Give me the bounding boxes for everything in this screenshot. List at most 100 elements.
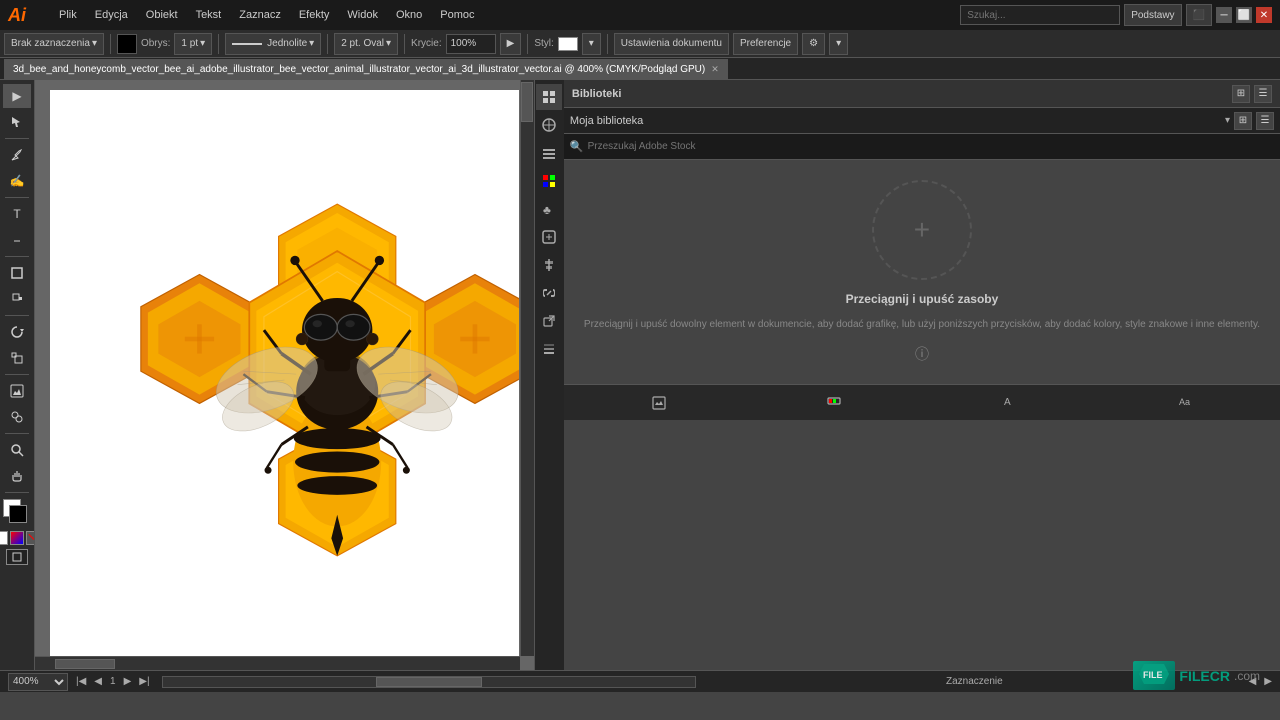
tool-sep-5 bbox=[5, 374, 29, 375]
scrollbar-thumb-v[interactable] bbox=[521, 82, 533, 122]
lib-grid-view-btn[interactable]: ⊞ bbox=[1232, 85, 1250, 103]
lib-list-view-btn[interactable]: ☰ bbox=[1254, 85, 1272, 103]
shape-builder-tool[interactable] bbox=[3, 405, 31, 429]
profile-btn[interactable]: Podstawy bbox=[1124, 4, 1181, 26]
drop-target-circle[interactable]: + bbox=[872, 180, 972, 280]
menu-okno[interactable]: Okno bbox=[388, 7, 430, 23]
layer-panel-btn[interactable] bbox=[536, 336, 562, 362]
drop-description: Przeciągnij i upuść dowolny element w do… bbox=[584, 318, 1260, 332]
extra-btn-2[interactable]: ▾ bbox=[829, 33, 848, 55]
mode-btns bbox=[0, 531, 35, 545]
add-color-btn[interactable] bbox=[827, 394, 841, 411]
preferences-btn[interactable]: Preferencje bbox=[733, 33, 798, 55]
menu-tekst[interactable]: Tekst bbox=[188, 7, 230, 23]
libraries-panel-btn[interactable] bbox=[536, 84, 562, 110]
menu-zaznacz[interactable]: Zaznacz bbox=[231, 7, 289, 23]
hand-tool[interactable] bbox=[3, 464, 31, 488]
menu-plik[interactable]: Plik bbox=[51, 7, 85, 23]
add-char-style-btn[interactable]: A bbox=[1002, 394, 1016, 411]
svg-text:A: A bbox=[1004, 397, 1011, 408]
library-dropdown-icon[interactable]: ▾ bbox=[1225, 115, 1230, 126]
paintbucket-tool[interactable] bbox=[3, 287, 31, 311]
page-first-btn[interactable]: |◀ bbox=[76, 676, 86, 687]
toolbar-separator-1 bbox=[110, 34, 111, 54]
gradient-mode-btn[interactable] bbox=[10, 531, 24, 545]
obrys-value-btn[interactable]: 1 pt ▾ bbox=[174, 33, 212, 55]
krycie-input[interactable] bbox=[446, 34, 496, 54]
line-tool[interactable]: ⎯ bbox=[3, 228, 31, 252]
canvas-scrollbar-bottom[interactable] bbox=[35, 656, 520, 670]
page-prev-btn[interactable]: ◀ bbox=[94, 676, 102, 687]
menu-efekty[interactable]: Efekty bbox=[291, 7, 338, 23]
maximize-button[interactable]: ⬜ bbox=[1236, 7, 1252, 23]
type-tool[interactable]: T bbox=[3, 202, 31, 226]
canvas-area[interactable] bbox=[35, 80, 534, 670]
status-arrow-right[interactable]: ▶ bbox=[1264, 676, 1272, 687]
obrys-color-swatch[interactable] bbox=[117, 34, 137, 54]
minimize-button[interactable]: ─ bbox=[1216, 7, 1232, 23]
none-mode-btn[interactable] bbox=[26, 531, 35, 545]
canvas-scrollbar-right[interactable] bbox=[520, 80, 534, 656]
menu-obiekt[interactable]: Obiekt bbox=[138, 7, 186, 23]
toolbar-separator-4 bbox=[404, 34, 405, 54]
library-search-input[interactable] bbox=[588, 141, 1274, 152]
page-next-btn[interactable]: ▶ bbox=[124, 676, 132, 687]
selection-tool[interactable]: ▶ bbox=[3, 84, 31, 108]
arrange-btn[interactable]: ⬛ bbox=[1186, 4, 1212, 26]
scrollbar-thumb-h[interactable] bbox=[376, 677, 483, 687]
style-dropdown[interactable]: ▾ bbox=[582, 33, 601, 55]
menu-pomoc[interactable]: Pomoc bbox=[432, 7, 482, 23]
external-link-btn[interactable] bbox=[536, 308, 562, 334]
library-selector: Moja biblioteka ▾ ⊞ ☰ bbox=[564, 108, 1280, 134]
extra-btn-1[interactable]: ⚙ bbox=[802, 33, 825, 55]
menu-widok[interactable]: Widok bbox=[339, 7, 386, 23]
tab-close-btn[interactable]: ✕ bbox=[711, 64, 719, 75]
lib-view-grid[interactable]: ⊞ bbox=[1234, 112, 1252, 130]
doc-settings-btn[interactable]: Ustawienia dokumentu bbox=[614, 33, 729, 55]
rotate-tool[interactable] bbox=[3, 320, 31, 344]
top-search-input[interactable] bbox=[960, 5, 1120, 25]
align-panel-btn[interactable] bbox=[536, 252, 562, 278]
artboard bbox=[50, 90, 519, 670]
krycie-arrow[interactable]: ▶ bbox=[500, 33, 522, 55]
app-logo: Ai bbox=[8, 5, 43, 26]
panel-icons: ♣ bbox=[534, 80, 564, 670]
right-container: ♣ Biblioteki ⊞ ☰ bbox=[534, 80, 1280, 670]
selection-label: Brak zaznaczenia bbox=[11, 38, 90, 49]
horizontal-scrollbar[interactable] bbox=[162, 676, 697, 688]
tool-sep-3 bbox=[5, 256, 29, 257]
zoom-selector[interactable]: 400% 200% 100% 50% bbox=[8, 673, 68, 691]
stroke-swatch[interactable] bbox=[9, 505, 27, 523]
pen-tool[interactable] bbox=[3, 143, 31, 167]
close-button[interactable]: ✕ bbox=[1256, 7, 1272, 23]
bee-illustration bbox=[50, 90, 519, 670]
pencil-tool[interactable]: ✍ bbox=[3, 169, 31, 193]
zoom-tool[interactable] bbox=[3, 438, 31, 462]
menu-edycja[interactable]: Edycja bbox=[87, 7, 136, 23]
image-trace-tool[interactable] bbox=[3, 379, 31, 403]
appearance-panel-btn[interactable] bbox=[536, 224, 562, 250]
scrollbar-thumb-h[interactable] bbox=[55, 659, 115, 669]
stroke-style-btn[interactable]: Jednolite ▾ bbox=[225, 33, 321, 55]
transform-panel-btn[interactable] bbox=[536, 112, 562, 138]
direct-selection-tool[interactable] bbox=[3, 110, 31, 134]
normal-mode-btn[interactable] bbox=[0, 531, 8, 545]
library-content: + Przeciągnij i upuść zasoby Przeciągnij… bbox=[564, 160, 1280, 384]
arrange-panel-btn[interactable] bbox=[536, 140, 562, 166]
selection-dropdown[interactable]: Brak zaznaczenia ▾ bbox=[4, 33, 104, 55]
lib-view-list[interactable]: ☰ bbox=[1256, 112, 1274, 130]
stroke-size-btn[interactable]: 2 pt. Oval ▾ bbox=[334, 33, 398, 55]
swatch-panel-btn[interactable] bbox=[536, 168, 562, 194]
scale-tool[interactable] bbox=[3, 346, 31, 370]
draw-normal-btn[interactable] bbox=[6, 549, 28, 565]
document-tab[interactable]: 3d_bee_and_honeycomb_vector_bee_ai_adobe… bbox=[4, 59, 728, 79]
svg-text:♣: ♣ bbox=[543, 203, 551, 217]
page-last-btn[interactable]: ▶| bbox=[139, 676, 149, 687]
link-panel-btn[interactable] bbox=[536, 280, 562, 306]
add-graphic-btn[interactable] bbox=[652, 396, 666, 410]
add-text-btn[interactable]: Aa bbox=[1177, 394, 1191, 411]
help-icon[interactable]: ⓘ bbox=[915, 344, 929, 364]
shape-tool[interactable] bbox=[3, 261, 31, 285]
style-swatch[interactable] bbox=[558, 37, 578, 51]
symbols-panel-btn[interactable]: ♣ bbox=[536, 196, 562, 222]
